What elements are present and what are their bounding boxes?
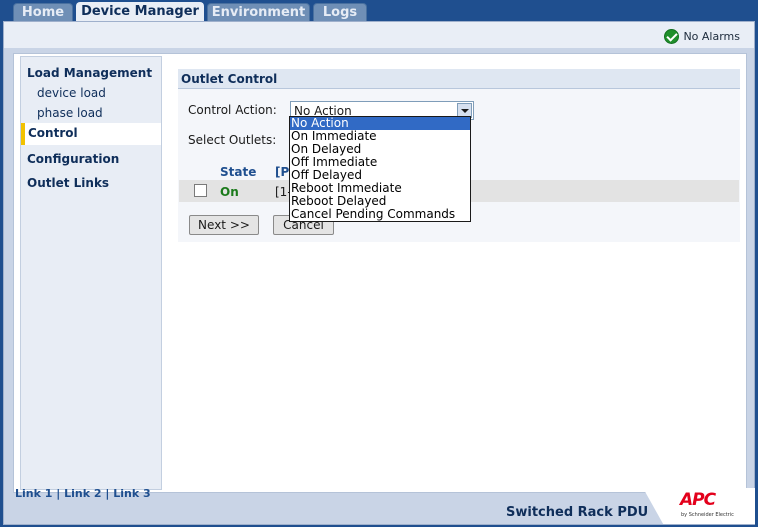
apc-logo: APC	[680, 490, 716, 510]
footer-link-3[interactable]: Link 3	[113, 487, 150, 500]
logo-subtitle: by Schneider Electric	[681, 512, 734, 518]
control-action-dropdown: No Action On Immediate On Delayed Off Im…	[289, 116, 471, 222]
next-button[interactable]: Next >>	[189, 215, 259, 235]
tab-device-manager[interactable]: Device Manager	[76, 2, 204, 22]
tab-home[interactable]: Home	[13, 3, 73, 21]
sidebar: Load Management device load phase load C…	[20, 56, 162, 490]
sidebar-item-configuration[interactable]: Configuration	[27, 152, 119, 166]
alarm-text: No Alarms	[683, 29, 740, 43]
footer-link-2[interactable]: Link 2	[64, 487, 101, 500]
panel-header: Outlet Control	[178, 69, 740, 89]
sidebar-item-control[interactable]: Control	[21, 123, 161, 145]
status-bar: No Alarms	[4, 22, 754, 48]
product-title: Switched Rack PDU	[506, 505, 649, 520]
alarm-status[interactable]: No Alarms	[664, 28, 740, 44]
control-action-label: Control Action:	[188, 103, 277, 117]
footer-link-1[interactable]: Link 1	[15, 487, 52, 500]
check-circle-icon	[664, 28, 680, 44]
outlet-checkbox[interactable]	[194, 184, 207, 197]
footer-links: Link 1 | Link 2 | Link 3	[15, 487, 151, 500]
panel-title: Outlet Control	[181, 72, 278, 86]
column-header-state: State	[220, 165, 257, 179]
footer-separator: |	[105, 487, 110, 500]
column-header-name: [P	[275, 165, 290, 179]
footer-separator: |	[56, 487, 61, 500]
outlet-state: On	[220, 185, 239, 199]
tab-logs[interactable]: Logs	[313, 3, 367, 21]
sidebar-item-load-management[interactable]: Load Management	[27, 66, 152, 80]
sidebar-item-outlet-links[interactable]: Outlet Links	[27, 176, 109, 190]
sidebar-item-device-load[interactable]: device load	[37, 86, 106, 100]
sidebar-item-control-label: Control	[28, 126, 78, 140]
tab-environment[interactable]: Environment	[207, 3, 310, 21]
select-outlets-label: Select Outlets:	[188, 133, 277, 147]
main-frame: No Alarms Load Management device load ph…	[3, 21, 755, 525]
dropdown-option-cancel-pending[interactable]: Cancel Pending Commands	[290, 208, 470, 221]
sidebar-item-phase-load[interactable]: phase load	[37, 106, 103, 120]
top-tab-bar: Home Device Manager Environment Logs	[0, 0, 758, 22]
